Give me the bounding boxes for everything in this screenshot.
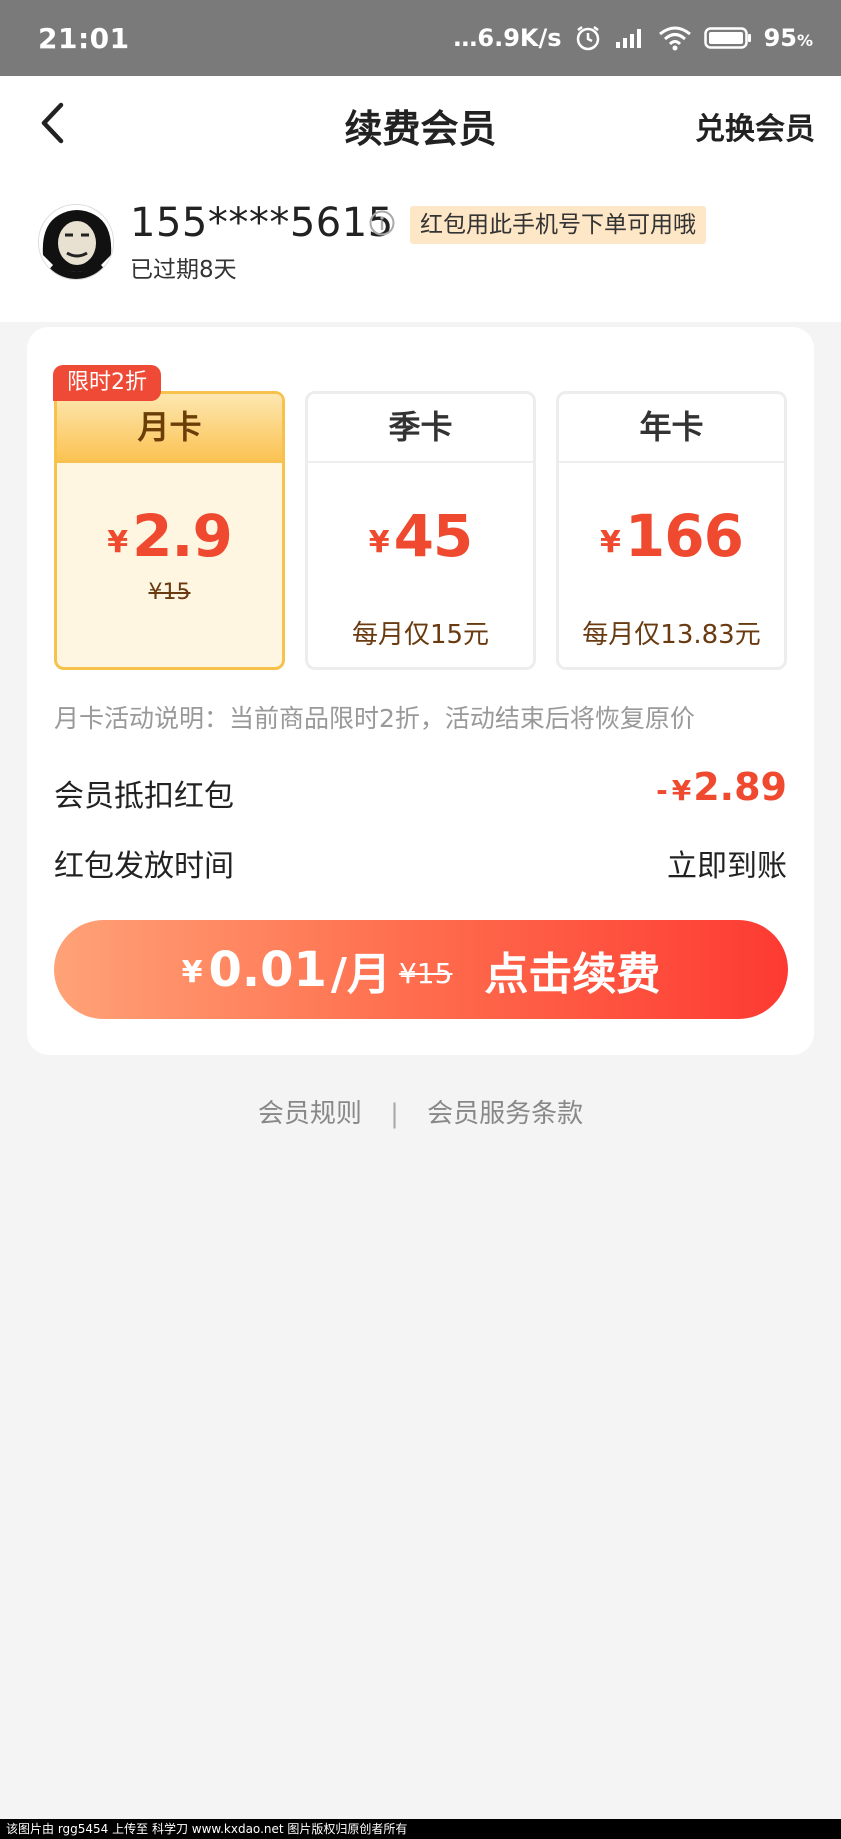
status-bar: 21:01 …6.9K/s 95%: [0, 0, 841, 76]
redeem-membership-link[interactable]: 兑换会员: [695, 104, 815, 148]
deduction-value: - ¥2.89: [656, 765, 787, 809]
issue-time-value: 立即到账: [667, 849, 787, 884]
cta-label: 点击续费: [484, 948, 661, 1000]
page-header: 续费会员 兑换会员: [0, 76, 841, 172]
issue-time-label: 红包发放时间: [54, 849, 234, 884]
footer-separator: |: [390, 1099, 399, 1129]
plan-monthly[interactable]: 月卡 ¥2.9 ¥15: [54, 391, 285, 670]
phone-number: 155****5615: [130, 200, 394, 246]
cta-original-price: ¥15: [398, 957, 453, 990]
activity-note: 月卡活动说明：当前商品限时2折，活动结束后将恢复原价: [54, 704, 695, 733]
battery-level: 95%: [763, 24, 813, 52]
service-terms-link[interactable]: 会员服务条款: [427, 1099, 583, 1129]
plan-monthly-equivalent: 每月仅15元: [351, 620, 490, 650]
info-icon[interactable]: [369, 210, 395, 236]
avatar: [38, 204, 114, 280]
status-indicators: …6.9K/s 95%: [453, 24, 813, 52]
cta-amount: 0.01: [208, 941, 327, 998]
membership-rules-link[interactable]: 会员规则: [258, 1099, 362, 1129]
signal-icon: [614, 26, 646, 50]
renewal-card: 月卡 ¥2.9 ¥15 季卡 ¥45 每月仅15元 年卡 ¥166 每月仅13.…: [27, 327, 814, 1055]
plan-quarterly[interactable]: 季卡 ¥45 每月仅15元: [305, 391, 536, 670]
plan-price: ¥2.9: [107, 502, 233, 570]
renew-button[interactable]: ¥ 0.01 /月 ¥15 点击续费: [54, 920, 788, 1019]
phone-tip-badge: 红包用此手机号下单可用哦: [410, 206, 706, 244]
footer-links: 会员规则 | 会员服务条款: [0, 1093, 841, 1130]
plan-monthly-equivalent: 每月仅13.83元: [582, 620, 761, 650]
plan-price: ¥166: [600, 502, 744, 570]
battery-icon: [703, 26, 752, 50]
plan-name: 月卡: [57, 394, 282, 463]
plan-yearly[interactable]: 年卡 ¥166 每月仅13.83元: [556, 391, 787, 670]
plan-name: 季卡: [308, 394, 533, 463]
alarm-icon: [574, 24, 602, 52]
deduction-label: 会员抵扣红包: [54, 779, 234, 814]
plan-name: 年卡: [559, 394, 784, 463]
promo-badge: 限时2折: [53, 365, 161, 401]
plan-original-price: ¥15: [148, 580, 191, 605]
watermark-text: 该图片由 rgg5454 上传至 科学刀 www.kxdao.net 图片版权归…: [0, 1819, 841, 1839]
network-speed: …6.9K/s: [453, 24, 562, 52]
membership-status: 已过期8天: [130, 257, 237, 283]
plan-price: ¥45: [368, 502, 474, 570]
user-info: 155****5615 红包用此手机号下单可用哦 已过期8天: [0, 172, 841, 322]
wifi-icon: [658, 25, 692, 51]
status-time: 21:01: [38, 21, 130, 55]
